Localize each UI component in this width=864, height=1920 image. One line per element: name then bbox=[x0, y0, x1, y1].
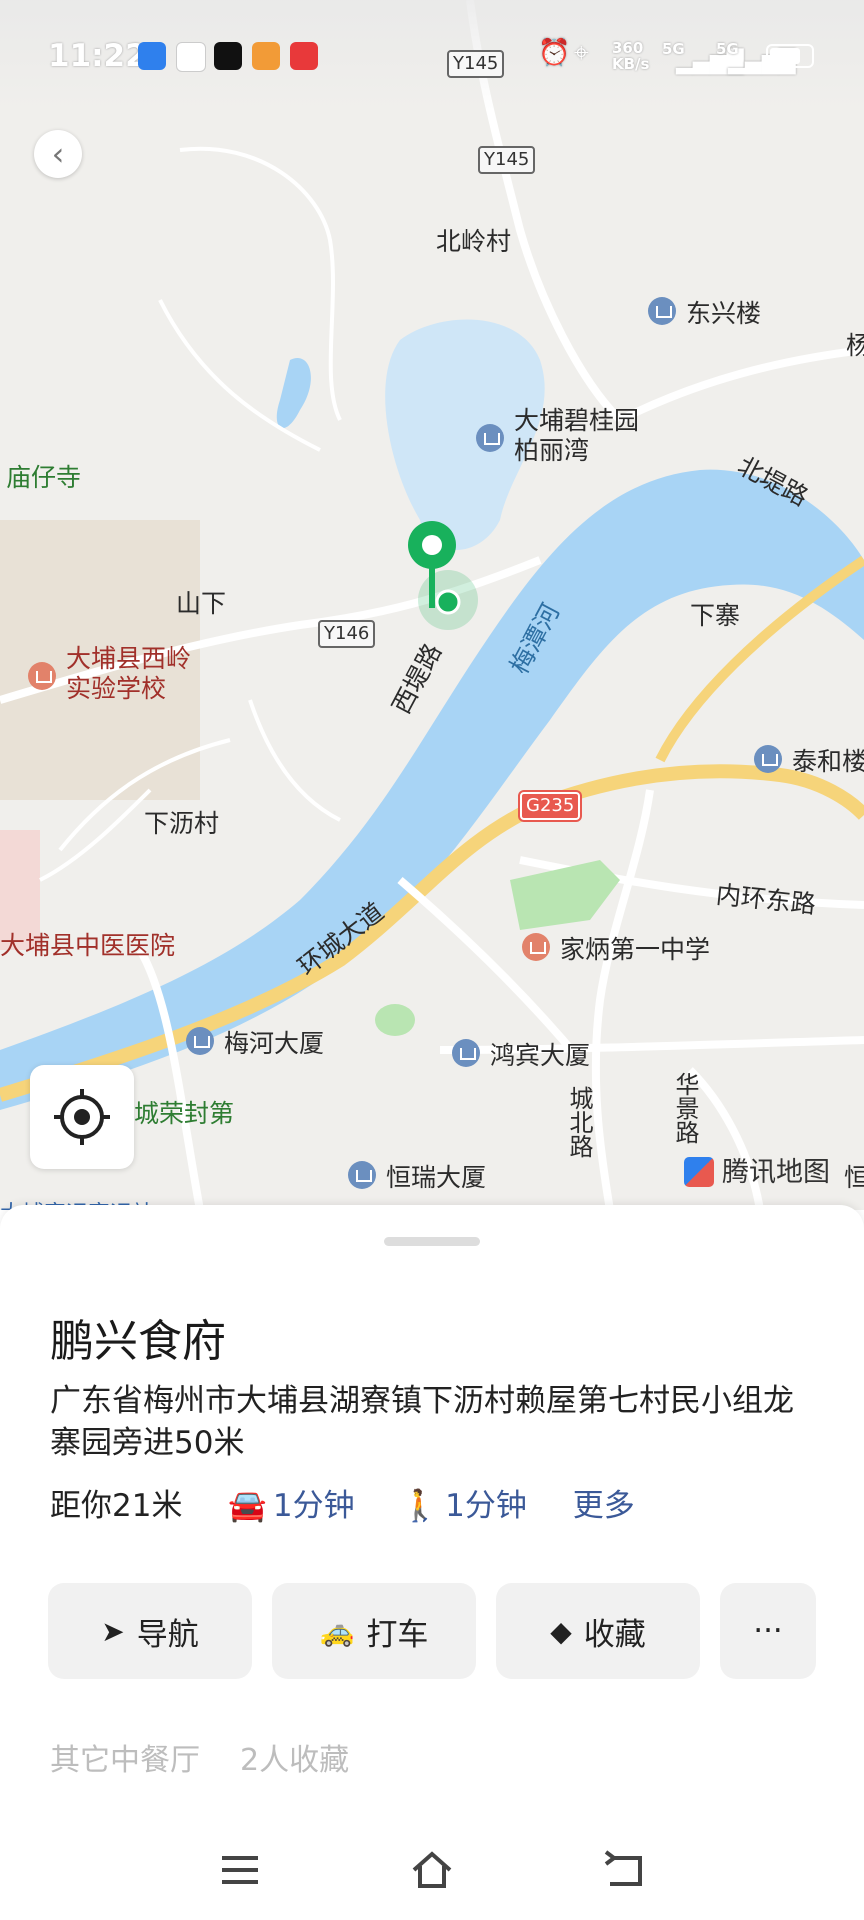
more-actions-button[interactable]: ··· bbox=[720, 1583, 816, 1679]
current-location-dot bbox=[435, 589, 461, 615]
map-label: 下寨 bbox=[690, 601, 741, 630]
map-poi[interactable]: 家炳第一中学 bbox=[522, 930, 710, 966]
taxi-button[interactable]: 🚕 打车 bbox=[272, 1583, 476, 1679]
distance-text: 距你21米 bbox=[50, 1488, 183, 1524]
menu-icon[interactable] bbox=[218, 1848, 262, 1892]
map-road-label: 城北路 bbox=[565, 1086, 593, 1158]
locate-button[interactable] bbox=[30, 1065, 134, 1169]
road-beidi bbox=[618, 346, 864, 424]
drive-time[interactable]: 🚘 1分钟 bbox=[228, 1488, 354, 1524]
building-icon bbox=[348, 1161, 376, 1189]
park-patch bbox=[510, 860, 620, 930]
taxi-icon: 🚕 bbox=[319, 1614, 355, 1648]
map-road-label: 华景路 bbox=[671, 1072, 699, 1144]
place-category: 其它中餐厅 bbox=[50, 1743, 200, 1778]
road-badge-y145-top: Y145 bbox=[447, 50, 505, 78]
back-icon[interactable] bbox=[602, 1848, 646, 1892]
home-poi-icon bbox=[476, 424, 504, 452]
status-bar: 11:22 Y145 ⏰ ⌖ 360 KB/s 5G ▂▄▆█ 5G ▂▄▆█ bbox=[0, 0, 864, 110]
app-notification-icon bbox=[290, 42, 318, 70]
net-speed: 360 KB/s bbox=[612, 39, 650, 73]
favorite-button[interactable]: ◆ 收藏 bbox=[496, 1583, 700, 1679]
walk-icon: 🚶 bbox=[400, 1488, 440, 1524]
car-icon: 🚘 bbox=[228, 1488, 267, 1524]
map-label: 恒 bbox=[844, 1163, 864, 1192]
map-label: 下沥村 bbox=[144, 809, 220, 838]
battery-icon bbox=[766, 44, 814, 68]
map-label: 北岭村 bbox=[436, 227, 512, 256]
action-row: ➤ 导航 🚕 打车 ◆ 收藏 ··· bbox=[48, 1583, 818, 1679]
map-poi[interactable]: 大埔碧桂园 柏丽湾 bbox=[476, 406, 639, 466]
alarm-icon: ⏰ bbox=[538, 38, 571, 68]
road-chengbei bbox=[591, 789, 654, 1210]
app-notification-icon bbox=[252, 42, 280, 70]
status-time: 11:22 bbox=[48, 38, 147, 74]
building-icon bbox=[648, 297, 676, 325]
road-badge-y145: Y145 bbox=[478, 146, 536, 174]
cube-icon: ◆ bbox=[550, 1614, 572, 1648]
tencent-map-icon bbox=[684, 1157, 714, 1187]
sheet-drag-handle[interactable] bbox=[384, 1237, 480, 1246]
building-icon bbox=[452, 1039, 480, 1067]
place-subinfo: 其它中餐厅 2人收藏 bbox=[50, 1735, 349, 1779]
home-icon[interactable] bbox=[410, 1848, 454, 1892]
app-notification-icon bbox=[138, 42, 166, 70]
map-poi[interactable]: 东兴楼 bbox=[648, 294, 761, 330]
map-brand-logo: 腾讯地图 bbox=[684, 1150, 830, 1189]
back-button[interactable]: ‹ bbox=[34, 130, 82, 178]
app-notification-icon bbox=[176, 42, 206, 72]
navigate-button[interactable]: ➤ 导航 bbox=[48, 1583, 252, 1679]
map-view[interactable]: 11:22 Y145 ⏰ ⌖ 360 KB/s 5G ▂▄▆█ 5G ▂▄▆█ … bbox=[0, 0, 864, 1210]
map-label: 杨 bbox=[846, 331, 864, 360]
map-label: 大埔县中医医院 bbox=[0, 931, 176, 960]
walk-time[interactable]: 🚶 1分钟 bbox=[401, 1488, 527, 1524]
navigation-arrow-icon: ➤ bbox=[101, 1614, 125, 1648]
map-label: 庙仔寺 bbox=[6, 463, 82, 492]
school-icon bbox=[28, 662, 56, 690]
school-icon bbox=[522, 933, 550, 961]
pond bbox=[276, 358, 311, 429]
map-poi[interactable]: 梅河大厦 bbox=[186, 1024, 324, 1060]
more-link[interactable]: 更多 bbox=[573, 1488, 635, 1524]
place-name: 鹏兴食府 bbox=[50, 1316, 226, 1367]
system-nav-bar bbox=[0, 1830, 864, 1920]
tiktok-icon bbox=[214, 42, 242, 70]
favorite-count: 2人收藏 bbox=[240, 1743, 350, 1778]
map-label: 城荣封第 bbox=[134, 1099, 235, 1128]
road-badge-g235: G235 bbox=[520, 792, 581, 820]
chevron-left-icon: ‹ bbox=[51, 135, 65, 173]
place-address: 广东省梅州市大埔县湖寮镇下沥村赖屋第七村民小组龙寨园旁进50米 bbox=[50, 1383, 794, 1461]
map-poi[interactable]: 鸿宾大厦 bbox=[452, 1036, 590, 1072]
place-detail-sheet[interactable]: 鹏兴食府 广东省梅州市大埔县湖寮镇下沥村赖屋第七村民小组龙寨园旁进50米 距你2… bbox=[0, 1205, 864, 1920]
road-badge-y146: Y146 bbox=[318, 620, 376, 648]
map-poi[interactable]: 大埔县西岭 实验学校 bbox=[28, 644, 191, 704]
locate-icon bbox=[54, 1089, 110, 1145]
location-status-icon: ⌖ bbox=[574, 38, 589, 68]
map-label: 山下 bbox=[176, 589, 227, 618]
building-icon bbox=[754, 745, 782, 773]
building-icon bbox=[186, 1027, 214, 1055]
map-poi[interactable]: 恒瑞大厦 bbox=[348, 1158, 486, 1194]
place-meta: 距你21米 🚘 1分钟 🚶 1分钟 更多 bbox=[50, 1480, 635, 1525]
map-poi[interactable]: 泰和楼 bbox=[754, 742, 864, 778]
